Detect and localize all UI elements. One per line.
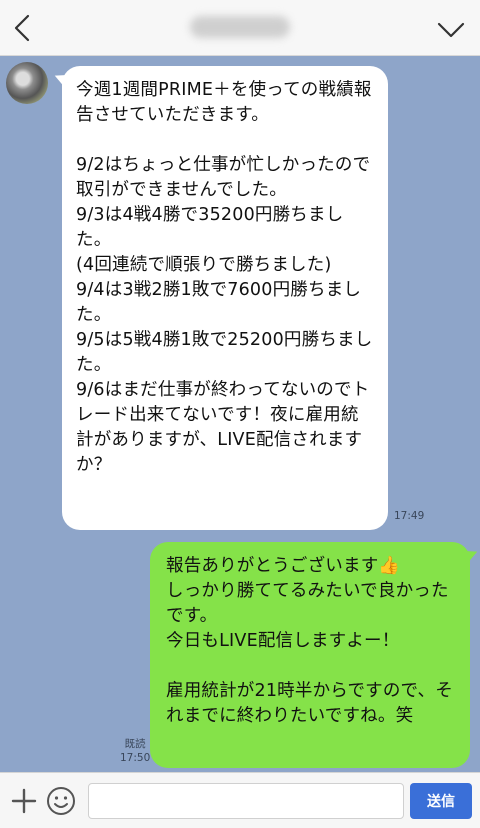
plus-button[interactable] [10,787,38,815]
read-receipt: 既読 17:50 [120,737,150,765]
outgoing-message-time: 17:50 [120,752,151,764]
message-input-bar: 送信 [0,772,480,828]
menu-toggle-button[interactable] [436,16,466,44]
chevron-left-icon [14,14,30,42]
chat-title [190,16,290,38]
back-button[interactable] [8,12,36,44]
plus-icon [11,788,37,814]
chevron-down-icon [437,22,465,38]
message-input[interactable] [88,783,404,819]
read-label: 既読 [124,738,146,750]
outgoing-message-bubble[interactable]: 報告ありがとうございます👍 しっかり勝ててるみたいで良かったです。 今日もLIV… [150,542,470,768]
emoji-button[interactable] [46,786,76,816]
send-button[interactable]: 送信 [410,783,472,819]
smiley-icon [47,787,75,815]
incoming-message-time: 17:49 [394,510,425,522]
chat-header [0,0,480,56]
contact-avatar[interactable] [6,62,48,104]
incoming-message-bubble[interactable]: 今週1週間PRIME＋を使っての戦績報告させていただきます。 9/2はちょっと仕… [62,66,388,530]
